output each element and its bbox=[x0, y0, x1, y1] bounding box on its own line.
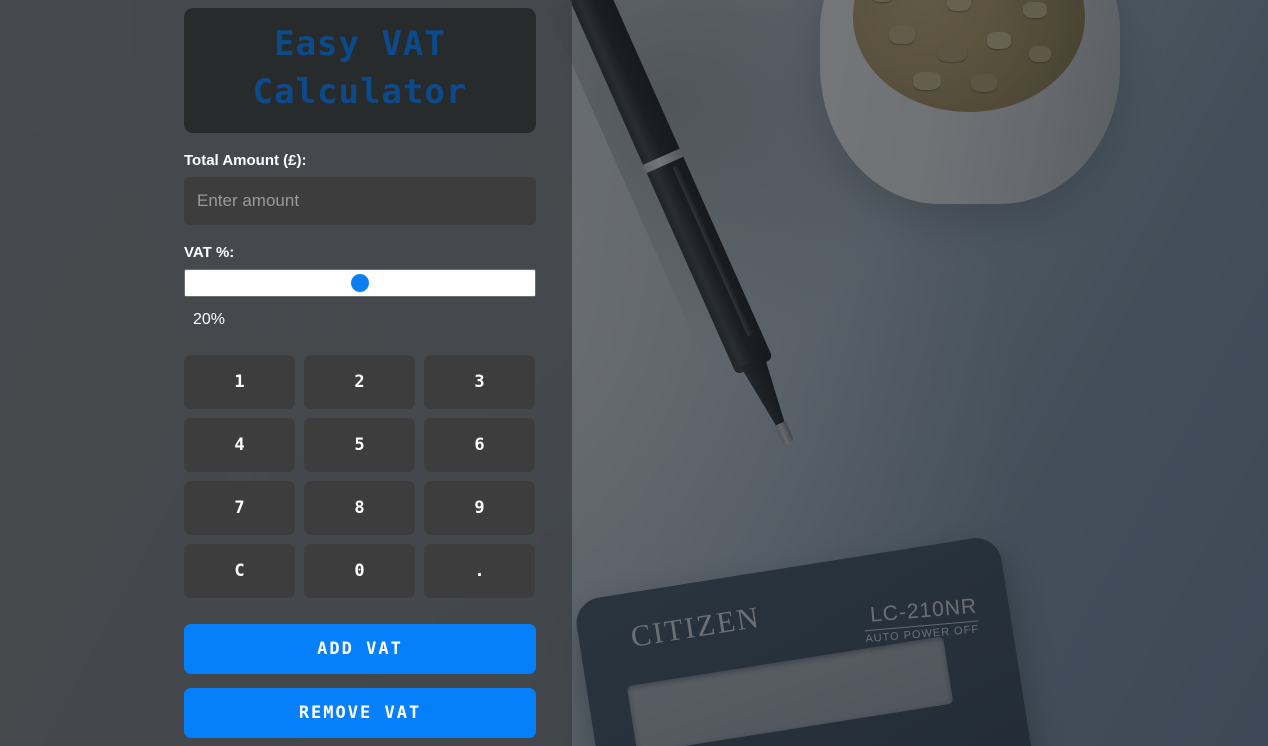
key-0[interactable]: 0 bbox=[304, 543, 415, 598]
page-title-line-2: Calculator bbox=[252, 72, 468, 113]
key-decimal[interactable]: . bbox=[424, 543, 535, 598]
vat-percent-slider[interactable] bbox=[184, 268, 536, 297]
amount-input[interactable] bbox=[184, 176, 536, 225]
key-1[interactable]: 1 bbox=[184, 354, 295, 409]
page-title-line-1: Easy VAT bbox=[274, 24, 446, 64]
vat-calculator-app: Easy VAT Calculator Total Amount (£): VA… bbox=[184, 8, 536, 738]
key-6[interactable]: 6 bbox=[424, 417, 535, 472]
key-2[interactable]: 2 bbox=[304, 354, 415, 409]
vat-percent-label: VAT %: bbox=[184, 243, 235, 261]
key-8[interactable]: 8 bbox=[304, 480, 415, 535]
amount-label: Total Amount (£): bbox=[184, 151, 307, 169]
key-7[interactable]: 7 bbox=[184, 480, 295, 535]
key-clear[interactable]: C bbox=[184, 543, 295, 598]
numeric-keypad: 1 2 3 4 5 6 7 8 9 C 0 . bbox=[184, 354, 536, 598]
app-title-card: Easy VAT Calculator bbox=[184, 8, 536, 133]
key-5[interactable]: 5 bbox=[304, 417, 415, 472]
add-vat-button[interactable]: ADD VAT bbox=[184, 623, 536, 674]
key-9[interactable]: 9 bbox=[424, 480, 535, 535]
vat-percent-value: 20% bbox=[193, 310, 226, 328]
page-title: Easy VAT Calculator bbox=[194, 20, 526, 117]
key-4[interactable]: 4 bbox=[184, 417, 295, 472]
remove-vat-button[interactable]: REMOVE VAT bbox=[184, 687, 536, 738]
key-3[interactable]: 3 bbox=[424, 354, 535, 409]
